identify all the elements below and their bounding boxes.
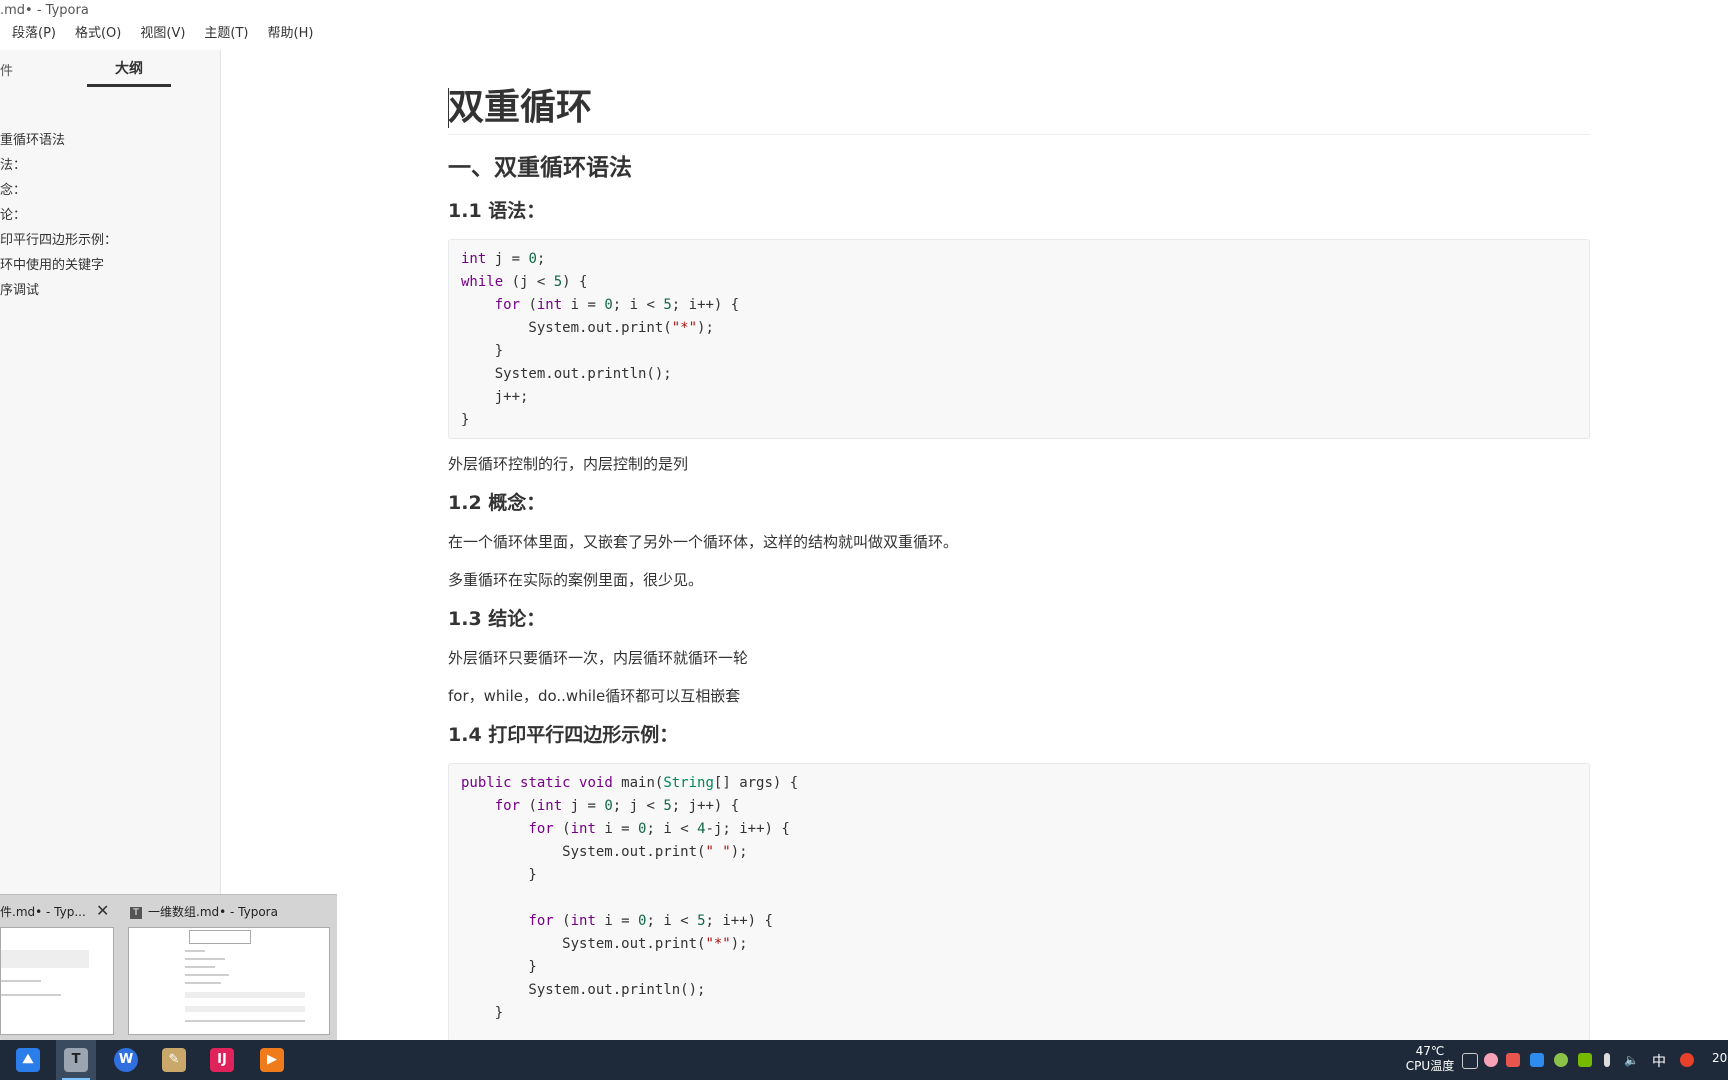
typora-icon: T — [130, 906, 142, 919]
thumb-title[interactable]: 件.md• - Typ... — [0, 903, 86, 920]
doc-heading-2[interactable]: 一、双重循环语法 — [448, 153, 1590, 183]
doc-heading-3[interactable]: 1.2 概念： — [448, 489, 1590, 517]
browser-icon[interactable]: W — [114, 1048, 138, 1072]
taskbar-active-app[interactable]: T — [56, 1040, 96, 1080]
code-line: System.out.print(" "); — [461, 844, 748, 860]
code-block[interactable]: int j = 0; while (j < 5) { for (int i = 0… — [448, 239, 1590, 439]
doc-heading-1[interactable]: 双重循环 — [448, 82, 1590, 135]
nvidia-icon[interactable] — [1578, 1053, 1592, 1067]
tab-outline[interactable]: 大纲 — [87, 58, 171, 87]
code-line: } — [461, 1005, 504, 1021]
code-line: System.out.print("*"); — [461, 936, 748, 952]
title-bar: .md• - Typora — [0, 0, 1728, 22]
tray-icon[interactable] — [1554, 1053, 1568, 1067]
volume-icon[interactable]: 🔈 — [1624, 1053, 1639, 1067]
code-line: j++; — [461, 389, 529, 405]
doc-heading-3[interactable]: 1.4 打印平行四边形示例： — [448, 721, 1590, 749]
menu-help[interactable]: 帮助(H) — [256, 22, 321, 46]
outline-item[interactable]: 印平行四边形示例： — [0, 228, 220, 253]
doc-heading-3[interactable]: 1.3 结论： — [448, 605, 1590, 633]
code-line: } — [461, 412, 470, 428]
menu-paragraph[interactable]: 段落(P) — [0, 22, 63, 46]
text-caret — [448, 88, 449, 128]
doc-paragraph[interactable]: 外层循环只要循环一次，内层循环就循环一轮 — [448, 647, 1590, 669]
code-line: System.out.print("*"); — [461, 320, 714, 336]
code-line: while (j < 5) { — [461, 274, 588, 290]
outline-item[interactable]: 环中使用的关键字 — [0, 253, 220, 278]
taskbar: ⛰ T W ✎ IJ ▶ 47℃ CPU温度 🔈 中 20 — [0, 1040, 1728, 1080]
intellij-icon[interactable]: IJ — [210, 1048, 234, 1072]
microphone-icon[interactable] — [1604, 1053, 1610, 1067]
doc-paragraph[interactable]: 多重循环在实际的案例里面，很少见。 — [448, 569, 1590, 591]
input-method-icon[interactable] — [1680, 1053, 1694, 1067]
outline-item[interactable]: 重循环语法 — [0, 128, 220, 153]
cpu-temp[interactable]: 47℃ CPU温度 — [1404, 1044, 1456, 1074]
outline-item[interactable]: 法： — [0, 153, 220, 178]
clock[interactable]: 20 — [1712, 1051, 1727, 1065]
thumb-preview-image[interactable] — [0, 927, 114, 1035]
menu-view[interactable]: 视图(V) — [128, 22, 192, 46]
code-line: } — [461, 959, 537, 975]
code-line: for (int i = 0; i < 5; i++) { — [494, 297, 740, 313]
doc-paragraph[interactable]: 在一个循环体里面，又嵌套了另外一个循环体，这样的结构就叫做双重循环。 — [448, 531, 1590, 553]
tray-icon[interactable] — [1530, 1053, 1544, 1067]
menu-theme[interactable]: 主题(T) — [192, 22, 255, 46]
code-line: System.out.println(); — [461, 366, 672, 382]
outline-list: 重循环语法 法： 念： 论： 印平行四边形示例： 环中使用的关键字 序调试 — [0, 128, 220, 303]
menu-bar: 段落(P) 格式(O) 视图(V) 主题(T) 帮助(H) — [0, 22, 320, 46]
sidebar: 件 大纲 重循环语法 法： 念： 论： 印平行四边形示例： 环中使用的关键字 序… — [0, 50, 221, 1040]
outline-item[interactable]: 论： — [0, 203, 220, 228]
typora-icon: T — [64, 1048, 88, 1072]
tray-icon[interactable] — [1484, 1053, 1498, 1067]
code-line: } — [461, 867, 537, 883]
taskbar-preview: 件.md• - Typ... ✕ T 一维数组.md• - Typora — [0, 894, 337, 1041]
code-line: int j = 0; — [461, 251, 546, 267]
code-line: for (int i = 0; i < 4-j; i++) { — [528, 821, 790, 837]
thumb-preview-image[interactable] — [128, 927, 330, 1035]
paint-icon[interactable]: ✎ — [162, 1048, 186, 1072]
code-block[interactable]: public static void main(String[] args) {… — [448, 763, 1590, 1041]
window-title: .md• - Typora — [0, 3, 89, 18]
code-line: for (int i = 0; i < 5; i++) { — [528, 913, 773, 929]
outline-item[interactable]: 念： — [0, 178, 220, 203]
thumb-title[interactable]: T 一维数组.md• - Typora — [130, 903, 278, 920]
tray-icon[interactable] — [1462, 1053, 1478, 1069]
code-line: for (int j = 0; j < 5; j++) { — [494, 798, 740, 814]
editor-content[interactable]: 双重循环 一、双重循环语法 1.1 语法： int j = 0; while (j… — [448, 82, 1590, 1041]
close-icon[interactable]: ✕ — [96, 901, 109, 920]
media-player-icon[interactable]: ▶ — [260, 1048, 284, 1072]
outline-item[interactable]: 序调试 — [0, 278, 220, 303]
doc-paragraph[interactable]: for，while，do..while循环都可以互相嵌套 — [448, 685, 1590, 707]
code-line: public static void main(String[] args) { — [461, 775, 799, 791]
ime-indicator[interactable]: 中 — [1652, 1051, 1666, 1071]
doc-paragraph[interactable]: 外层循环控制的行，内层控制的是列 — [448, 453, 1590, 475]
code-line: } — [461, 343, 504, 359]
app-icon-1[interactable]: ⛰ — [16, 1048, 40, 1072]
doc-heading-3[interactable]: 1.1 语法： — [448, 197, 1590, 225]
sidebar-tabs: 件 大纲 — [0, 50, 220, 92]
tray-icon[interactable] — [1506, 1053, 1520, 1067]
code-line: System.out.println(); — [461, 982, 706, 998]
menu-format[interactable]: 格式(O) — [63, 22, 128, 46]
tab-files[interactable]: 件 — [0, 60, 13, 79]
